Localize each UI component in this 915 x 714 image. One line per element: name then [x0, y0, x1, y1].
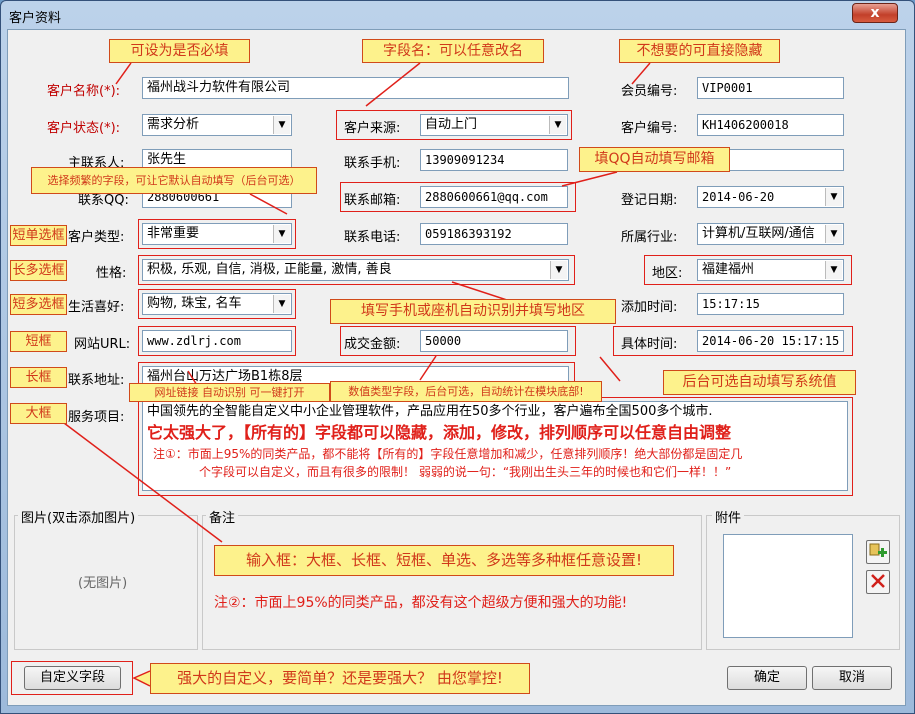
annotation-short-single: 短单选框	[10, 225, 67, 246]
annotation-rename-field: 字段名：可以任意改名	[362, 39, 544, 63]
phone-input[interactable]: 059186393192	[420, 223, 568, 245]
mobile-input[interactable]: 13909091234	[420, 149, 568, 171]
register-date-picker[interactable]: 2014-06-20 ▼	[697, 186, 844, 208]
service-label: 服务项目:	[68, 410, 125, 425]
source-highlight	[336, 110, 572, 140]
customer-status-value: 需求分析	[147, 117, 200, 132]
annotation-qq-fill-email: 填QQ自动填写邮箱	[579, 147, 730, 172]
annotation-url-link: 网址链接 自动识别 可一键打开	[129, 383, 330, 402]
chevron-down-icon[interactable]: ▼	[825, 188, 842, 206]
cancel-button[interactable]: 取消	[812, 666, 892, 690]
customer-type-label: 客户类型:	[68, 230, 125, 245]
attachment-group-legend: 附件	[712, 507, 745, 526]
annotation-custom-power: 强大的自定义，要简单？还是要强大？ 由您掌控!	[150, 663, 530, 694]
website-label: 网站URL:	[74, 337, 131, 352]
close-button[interactable]: x	[852, 3, 898, 23]
custom-fields-highlight	[11, 661, 133, 695]
ok-button[interactable]: 确定	[727, 666, 807, 690]
member-no-label: 会员编号:	[621, 84, 678, 99]
customer-no-label: 客户编号:	[621, 121, 678, 136]
annotation-big-box: 大框	[10, 403, 67, 424]
add-time-input[interactable]: 15:17:15	[697, 293, 844, 315]
industry-label: 所属行业:	[621, 230, 678, 245]
annotation-short-multi: 短多选框	[10, 294, 67, 315]
hobbies-highlight	[138, 289, 296, 319]
customer-status-select[interactable]: 需求分析 ▼	[142, 114, 292, 136]
annotation-input-types: 输入框：大框、长框、短框、单选、多选等多种框任意设置!	[214, 545, 674, 576]
register-date-value: 2014-06-20	[702, 190, 775, 204]
customer-status-label: 客户状态(*):	[47, 121, 121, 136]
address-label: 联系地址:	[68, 373, 125, 388]
image-group-legend: 图片(双击添加图片)	[18, 507, 139, 526]
mobile-label: 联系手机:	[344, 156, 401, 171]
attachment-list[interactable]	[723, 534, 853, 638]
email-highlight	[340, 182, 576, 212]
amount-highlight	[340, 326, 576, 356]
phone-label: 联系电话:	[344, 230, 401, 245]
industry-select[interactable]: 计算机/互联网/通信 ▼	[697, 223, 844, 245]
chevron-down-icon[interactable]: ▼	[273, 116, 290, 134]
add-attachment-icon[interactable]	[866, 540, 890, 564]
personality-highlight	[138, 255, 575, 285]
delete-icon[interactable]	[866, 570, 890, 594]
annotation-long-box: 长框	[10, 367, 67, 388]
region-highlight	[644, 255, 852, 285]
annotation-numeric-field: 数值类型字段，后台可选，自动统计在模块底部!	[330, 381, 602, 402]
customer-name-label: 客户名称(*):	[47, 84, 121, 99]
hobbies-label: 生活喜好:	[68, 300, 125, 315]
window-title: 客户资料	[9, 11, 62, 26]
annotation-phone-region: 填写手机或座机自动识别并填写地区	[330, 299, 616, 324]
annotation-system-value: 后台可选自动填写系统值	[663, 370, 856, 395]
no-image-text: (无图片)	[78, 576, 128, 591]
member-no-input[interactable]: VIP0001	[697, 77, 844, 99]
exact-time-highlight	[613, 326, 853, 356]
register-date-label: 登记日期:	[621, 193, 678, 208]
annotation-optional-required: 可设为是否必填	[109, 39, 250, 63]
industry-value: 计算机/互联网/通信	[702, 226, 815, 241]
annotation-short-box: 短框	[10, 331, 67, 352]
remark-group	[202, 515, 702, 650]
title-bar: 客户资料 x	[1, 1, 914, 29]
customer-no-input[interactable]: KH1406200018	[697, 114, 844, 136]
personality-label: 性格:	[96, 266, 127, 281]
add-time-label: 添加时间:	[621, 300, 678, 315]
customer-name-input[interactable]: 福州战斗力软件有限公司	[142, 77, 569, 99]
annotation-long-multi: 长多选框	[10, 260, 67, 281]
website-highlight	[138, 326, 296, 356]
chevron-down-icon[interactable]: ▼	[825, 225, 842, 243]
type-highlight	[138, 219, 296, 249]
remark-group-legend: 备注	[206, 507, 239, 526]
annotation-note-2: 注②：市面上95%的同类产品，都没有这个超级方便和强大的功能!	[214, 595, 628, 611]
annotation-frequent-select: 选择频繁的字段，可让它默认自动填写（后台可选）	[31, 167, 317, 194]
annotation-hide-unwanted: 不想要的可直接隐藏	[619, 39, 780, 63]
service-highlight	[138, 397, 853, 496]
